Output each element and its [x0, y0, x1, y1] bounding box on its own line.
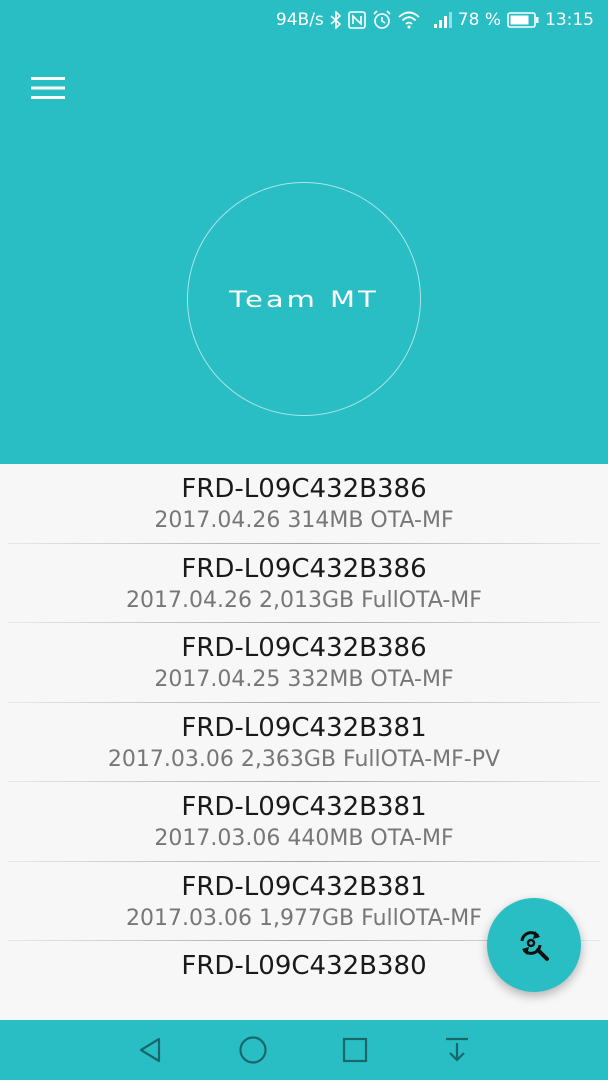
battery-percent: 78 %: [457, 10, 501, 30]
firmware-details: 2017.04.26 314MB OTA-MF: [154, 508, 454, 533]
firmware-model: FRD-L09C432B381: [181, 712, 427, 743]
firmware-details: 2017.04.26 2,013GB FullOTA-MF: [126, 587, 482, 613]
list-item[interactable]: FRD-L09C432B381 2017.03.06 440MB OTA-MF: [0, 782, 608, 862]
refresh-search-icon: [520, 931, 549, 961]
firmware-model: FRD-L09C432B386: [181, 553, 427, 584]
back-button[interactable]: [131, 1030, 171, 1070]
notification-pull-icon: [446, 1037, 468, 1062]
logo-text: Team MT: [229, 285, 379, 313]
list-item[interactable]: FRD-L09C432B386 2017.04.26 314MB OTA-MF: [0, 464, 608, 544]
firmware-model: FRD-L09C432B386: [181, 633, 427, 663]
wifi-icon: [398, 10, 420, 30]
firmware-details: 2017.03.06 2,363GB FullOTA-MF-PV: [107, 746, 501, 772]
firmware-details: 2017.03.06 440MB OTA-MF: [154, 826, 454, 851]
list-item[interactable]: FRD-L09C432B381 2017.03.06 2,363GB FullO…: [0, 703, 608, 782]
navigation-bar: [0, 1020, 608, 1080]
list-item[interactable]: FRD-L09C432B386 2017.04.26 2,013GB FullO…: [0, 544, 608, 623]
back-icon: [139, 1037, 161, 1063]
bluetooth-icon: [330, 10, 342, 30]
firmware-model: FRD-L09C432B381: [181, 792, 427, 822]
battery-icon: [507, 10, 539, 30]
recents-button[interactable]: [335, 1030, 375, 1070]
app-header: 94B/s 78 % 13:15 Team MT: [0, 0, 608, 464]
alarm-icon: [372, 10, 392, 30]
team-mt-logo: Team MT: [187, 182, 421, 416]
firmware-model: FRD-L09C432B381: [181, 871, 427, 902]
notification-pull-button[interactable]: [437, 1030, 477, 1070]
list-item[interactable]: FRD-L09C432B386 2017.04.25 332MB OTA-MF: [0, 623, 608, 703]
nfc-icon: [347, 10, 366, 30]
refresh-search-button[interactable]: [487, 898, 581, 992]
menu-button[interactable]: [26, 70, 70, 106]
home-button[interactable]: [233, 1030, 273, 1070]
home-icon: [239, 1036, 267, 1064]
signal-icon: [433, 10, 452, 30]
hamburger-icon: [31, 77, 65, 99]
clock: 13:15: [545, 10, 594, 30]
network-speed: 94B/s: [275, 10, 324, 30]
firmware-details: 2017.04.25 332MB OTA-MF: [154, 667, 454, 692]
recents-icon: [342, 1037, 368, 1063]
status-bar: 94B/s 78 % 13:15: [0, 0, 608, 40]
firmware-model: FRD-L09C432B386: [181, 474, 427, 504]
